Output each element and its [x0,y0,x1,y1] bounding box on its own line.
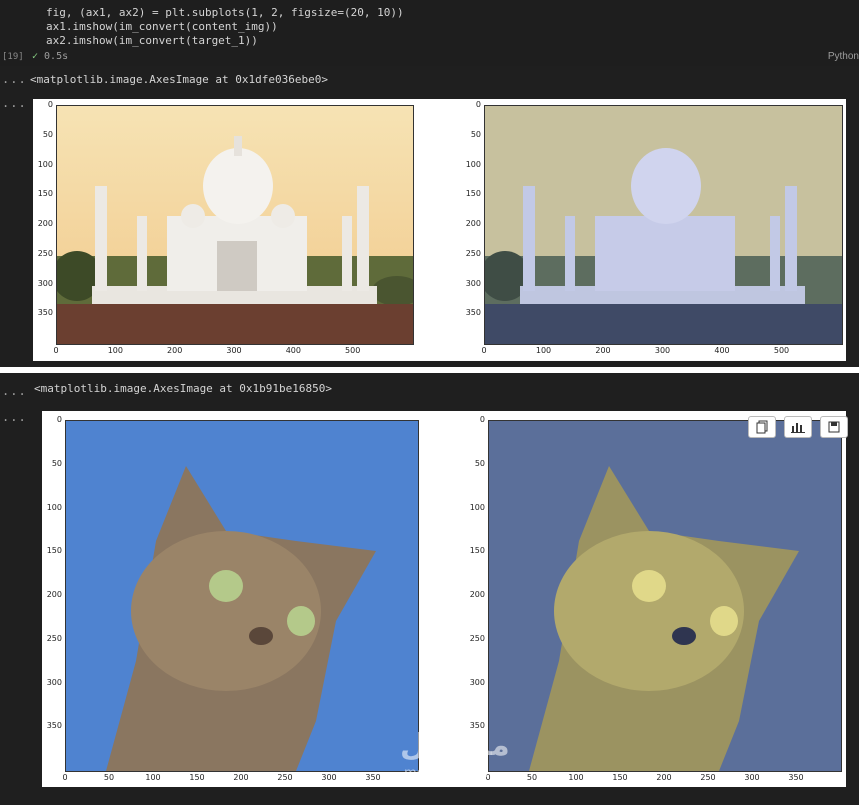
target-image-taj-mahal [484,105,843,345]
code-cell[interactable]: fig, (ax1, ax2) = plt.subplots(1, 2, fig… [0,0,859,66]
check-icon: ✓ [32,51,39,62]
output1-ytick-2: 0 [475,100,481,109]
output2-xtick-1: 150 [189,773,205,782]
output2-xtick-2: 350 [788,773,804,782]
output1-xtick-2: 200 [595,346,611,355]
output1-ytick-2: 250 [465,248,481,258]
run-duration: 0.5s [44,51,69,62]
output2-xtick-2: 50 [526,773,538,782]
code-line-1[interactable]: fig, (ax1, ax2) = plt.subplots(1, 2, fig… [46,6,404,19]
output1-xtick-1: 200 [167,346,183,355]
output1-ytick-1: 250 [37,248,53,258]
output-menu-1[interactable]: ... [2,72,27,86]
output2-ytick-1: 150 [46,546,62,556]
output2-xtick-1: 100 [145,773,161,782]
output2-ytick-1: 250 [46,633,62,643]
output1-xtick-1: 300 [226,346,242,355]
chart-button[interactable] [784,416,812,438]
figure-1: 0 50 100 150 200 250 300 350 0 100 200 300 400 500 0 50… [33,99,846,361]
output2-ytick-1: 100 [46,502,62,512]
run-status: ✓ 0.5s [32,51,68,62]
kernel-language[interactable]: Python [828,51,859,62]
output1-ytick-1: 0 [47,100,53,109]
output1-xtick-1: 100 [107,346,123,355]
stylized-cat-image [489,421,841,771]
output-menu-2[interactable]: ... [2,96,27,110]
output2-ytick-1: 350 [46,721,62,731]
code-line-3[interactable]: ax2.imshow(im_convert(target_1)) [46,34,258,47]
output2-ytick-2: 0 [479,415,485,424]
copy-button[interactable] [748,416,776,438]
watermark-text: mostaql.com [404,766,489,781]
output1-ytick-1: 50 [42,129,53,139]
output1-ytick-1: 350 [37,308,53,318]
output1-xtick-1: 500 [345,346,361,355]
output1-xtick-2: 400 [714,346,730,355]
output2-xtick-1: 350 [365,773,381,782]
output2-ytick-1: 0 [56,415,62,424]
output2-ytick-2: 150 [469,546,485,556]
output2-ytick-2: 300 [469,677,485,687]
output-text-1: <matplotlib.image.AxesImage at 0x1dfe036… [30,73,329,86]
output1-ytick-1: 100 [37,159,53,169]
output1-ytick-2: 200 [465,219,481,228]
output2-xtick-1: 200 [233,773,249,782]
output2-ytick-2: 200 [469,590,485,599]
code-line-2[interactable]: ax1.imshow(im_convert(content_img)) [46,20,278,33]
output2-xtick-1: 250 [277,773,293,782]
output1-ytick-2: 50 [470,129,481,139]
content-image-cat [65,420,419,772]
output1-xtick-2: 500 [773,346,790,355]
output2-xtick-2: 200 [656,773,672,782]
stylized-taj-mahal-image [485,106,842,344]
output1-ytick-2: 100 [465,159,481,169]
output2-ytick-2: 100 [469,502,485,512]
output2-xtick-1: 0 [62,773,68,782]
output2-xtick-2: 250 [700,773,716,782]
copy-icon [756,420,768,434]
output1-xtick-1: 400 [285,346,301,355]
output2-ytick-2: 50 [474,458,485,468]
output-text-2: <matplotlib.image.AxesImage at 0x1b91be1… [34,382,333,395]
save-button[interactable] [820,416,848,438]
execution-count: [19] [2,52,24,62]
output1-xtick-2: 300 [654,346,671,355]
output2-xtick-2: 300 [744,773,760,782]
save-icon [828,421,840,433]
output2-ytick-1: 300 [46,677,62,687]
output1-ytick-2: 350 [465,308,481,318]
output2-ytick-1: 50 [51,458,62,468]
output1-ytick-1: 150 [37,189,53,199]
output1-xtick-1: 0 [53,346,59,355]
output1-xtick-2: 100 [535,346,552,355]
bar-chart-icon [791,423,805,433]
output1-ytick-2: 300 [465,278,481,288]
target-image-cat [488,420,842,772]
output1-xtick-2: 0 [481,346,487,355]
cat-image [66,421,418,771]
output2-xtick-1: 50 [103,773,115,782]
output1-ytick-2: 150 [465,189,481,199]
output2-xtick-2: 100 [568,773,584,782]
output1-ytick-1: 200 [37,219,53,228]
output2-xtick-1: 300 [321,773,337,782]
taj-mahal-image [57,106,413,344]
watermark-logo: مستقل [400,728,510,763]
output-menu-4[interactable]: ... [2,410,27,424]
output-separator [0,367,859,373]
output2-ytick-1: 200 [46,590,62,599]
output-menu-3[interactable]: ... [2,384,27,398]
output2-ytick-2: 250 [469,633,485,643]
output1-ytick-1: 300 [37,278,53,288]
output2-xtick-2: 150 [612,773,628,782]
content-image-taj-mahal [56,105,414,345]
